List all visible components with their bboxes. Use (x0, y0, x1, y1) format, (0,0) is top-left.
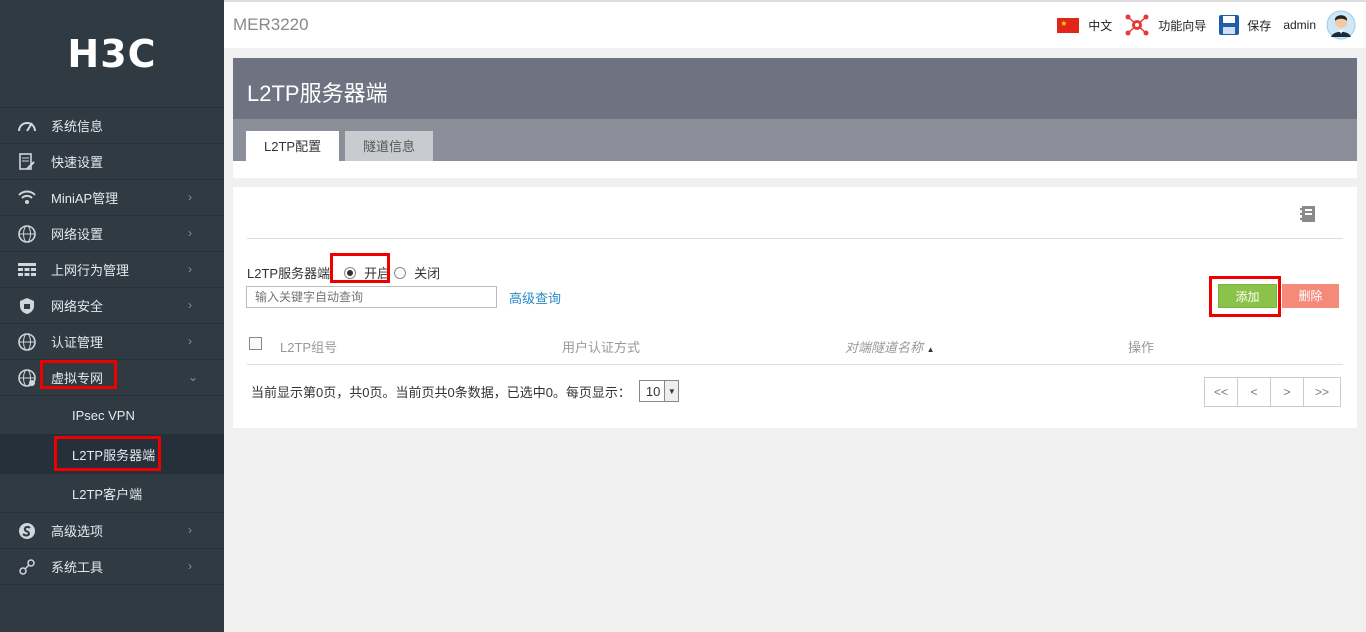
page-size-value: 10 (645, 383, 661, 399)
col-l2tp-group[interactable]: L2TP组号 (280, 337, 337, 356)
wizard-button[interactable]: 功能向导 (1124, 12, 1206, 38)
sidebar-item-vpn[interactable]: 虚拟专网 ⌄ (0, 360, 224, 396)
radio-off[interactable] (394, 266, 407, 279)
col-actions: 操作 (1128, 340, 1155, 355)
first-page-button[interactable]: << (1205, 378, 1238, 406)
sidebar-subitem-l2tp-server[interactable]: L2TP服务器端 (0, 435, 224, 474)
avatar (1326, 10, 1356, 40)
advanced-icon (17, 521, 37, 541)
server-label: L2TP服务器端 (247, 266, 331, 281)
sidebar-item-label: 系统信息 (51, 119, 104, 134)
chevron-down-icon: ▼ (664, 381, 679, 401)
chevron-right-icon: › (188, 523, 192, 537)
save-icon (1219, 15, 1240, 35)
subitem-label: L2TP客户端 (72, 486, 143, 502)
highlight-box (1209, 276, 1281, 317)
auth-globe-icon (17, 332, 37, 352)
prev-page-button[interactable]: < (1238, 378, 1271, 406)
sidebar-item-label: 系统工具 (51, 560, 104, 575)
advanced-search-link[interactable]: 高级查询 (509, 288, 561, 307)
table-footer: 当前显示第0页，共0页。当前页共0条数据，已选中0。每页显示： 10 ▼ (251, 380, 680, 402)
divider (247, 238, 1343, 239)
page-status: 当前显示第0页，共0页。当前页共0条数据，已选中0。每页显示： (251, 384, 631, 400)
page-title: L2TP服务器端 (247, 81, 388, 106)
chevron-right-icon: › (188, 559, 192, 573)
save-label: 保存 (1247, 18, 1272, 33)
top-bar: MER3220 ★ 中文 功能向导 保存 admin (224, 0, 1366, 48)
sidebar-subitem-ipsec-vpn[interactable]: IPsec VPN (0, 396, 224, 435)
search-input[interactable] (246, 286, 497, 308)
main-content: L2TP服务器端 开启 关闭 高级查询 添加 删除 L2TP组号 用户认证方式 … (233, 187, 1357, 428)
sidebar-item-advanced[interactable]: 高级选项 › (0, 513, 224, 549)
sidebar-item-label: 网络设置 (51, 227, 104, 242)
sidebar-item-label: 高级选项 (51, 524, 104, 539)
sidebar-item-behavior[interactable]: 上网行为管理 › (0, 252, 224, 288)
sidebar-subitem-l2tp-client[interactable]: L2TP客户端 (0, 474, 224, 513)
sidebar-item-label: 快速设置 (51, 155, 104, 170)
chevron-right-icon: › (188, 262, 192, 276)
chevron-right-icon: › (188, 334, 192, 348)
sidebar-item-miniap[interactable]: MiniAP管理 › (0, 180, 224, 216)
sidebar-item-label: 认证管理 (51, 335, 104, 350)
sidebar-item-quick-setup[interactable]: 快速设置 (0, 144, 224, 180)
china-flag-icon: ★ (1057, 17, 1080, 33)
sidebar-item-label: 上网行为管理 (51, 263, 130, 278)
chevron-right-icon: › (188, 298, 192, 312)
col-peer-tunnel-name[interactable]: 对端隧道名称 ▲ (845, 337, 935, 356)
chevron-right-icon: › (188, 190, 192, 204)
notebook-icon[interactable] (1299, 205, 1317, 223)
sidebar-item-security[interactable]: 网络安全 › (0, 288, 224, 324)
sidebar-item-tools[interactable]: 系统工具 › (0, 549, 224, 585)
username: admin (1283, 18, 1316, 32)
sidebar-item-label: MiniAP管理 (51, 191, 119, 206)
speedometer-icon (17, 116, 37, 136)
wizard-label: 功能向导 (1158, 18, 1207, 33)
col-auth-method[interactable]: 用户认证方式 (562, 337, 640, 356)
quick-setup-icon (17, 152, 37, 172)
logo-text: H3C (67, 31, 157, 76)
next-page-button[interactable]: > (1271, 378, 1304, 406)
sidebar-item-label: 网络安全 (51, 299, 104, 314)
radio-off-label: 关闭 (414, 266, 441, 281)
pagination: << < > >> (1204, 377, 1341, 407)
wizard-icon (1125, 14, 1149, 36)
sidebar-item-network[interactable]: 网络设置 › (0, 216, 224, 252)
sidebar-item-auth[interactable]: 认证管理 › (0, 324, 224, 360)
col-peer-tunnel-label: 对端隧道名称 (845, 340, 924, 355)
chevron-down-icon: ⌄ (188, 370, 199, 384)
tab-underline (233, 161, 1357, 178)
last-page-button[interactable]: >> (1304, 378, 1340, 406)
highlight-box (40, 360, 117, 389)
logo: H3C (0, 0, 224, 108)
tools-icon (17, 557, 37, 577)
page-size-select[interactable]: 10 ▼ (638, 380, 680, 402)
wifi-icon (17, 188, 37, 208)
highlight-box (330, 253, 390, 283)
tab-strip: L2TP配置 隧道信息 (233, 119, 1357, 162)
delete-button[interactable]: 删除 (1282, 284, 1339, 308)
tab-tunnel-info[interactable]: 隧道信息 (345, 131, 434, 162)
top-right-tools: ★ 中文 功能向导 保存 admin (1057, 2, 1366, 48)
chevron-right-icon: › (188, 226, 192, 240)
globe-icon (17, 224, 37, 244)
sidebar: H3C 系统信息 快速设置 MiniAP管理 › 网络设置 › 上网行为管理 › (0, 0, 224, 632)
user-menu[interactable]: admin (1283, 10, 1356, 40)
language-label: 中文 (1088, 18, 1113, 33)
behavior-icon (17, 260, 37, 280)
save-button[interactable]: 保存 (1218, 14, 1271, 36)
sort-asc-icon: ▲ (926, 345, 935, 354)
select-all-checkbox[interactable] (249, 337, 262, 350)
sidebar-item-system-info[interactable]: 系统信息 (0, 108, 224, 144)
table-header: L2TP组号 用户认证方式 对端隧道名称 ▲ 操作 (247, 327, 1343, 365)
subitem-label: IPsec VPN (72, 407, 135, 423)
language-switch[interactable]: ★ 中文 (1057, 17, 1112, 34)
page-header: L2TP服务器端 L2TP配置 隧道信息 (233, 58, 1357, 178)
tab-l2tp-config[interactable]: L2TP配置 (246, 131, 340, 162)
highlight-box (54, 436, 161, 471)
device-model: MER3220 (233, 15, 309, 34)
shield-icon (17, 296, 37, 316)
vpn-globe-icon (17, 368, 37, 388)
